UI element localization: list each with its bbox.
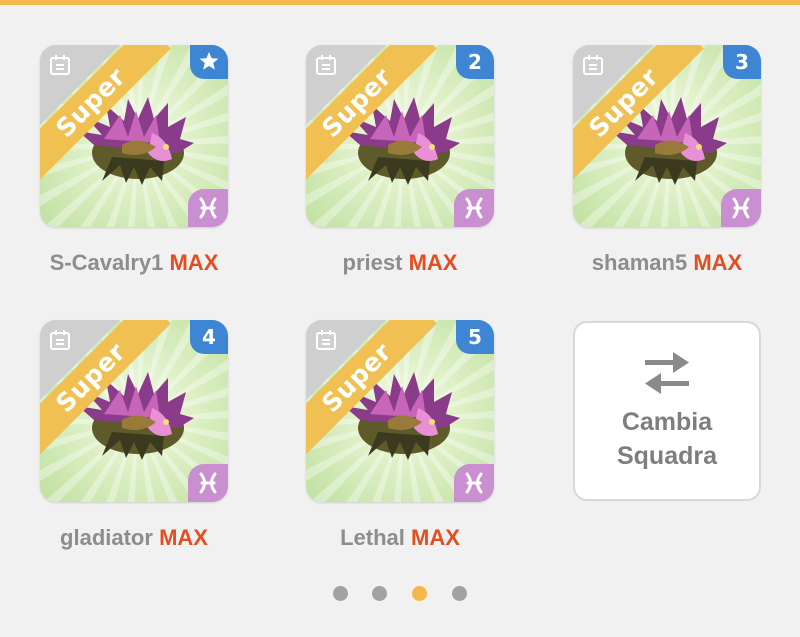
pisces-icon [199,472,217,494]
element-tab [454,189,494,227]
calendar-icon [316,55,336,75]
element-tab [188,464,228,502]
dragon-card-3[interactable]: Super 3 [573,45,761,227]
star-icon [199,52,219,70]
page-dot-4[interactable] [452,586,467,601]
top-accent-line [0,0,800,5]
dragon-card-1[interactable]: Super [40,45,228,227]
calendar-icon [50,55,70,75]
calendar-icon [583,55,603,75]
pisces-icon [732,197,750,219]
pisces-icon [465,197,483,219]
slot-number-badge: 3 [723,45,761,79]
favorite-badge [190,45,228,79]
element-tab [454,464,494,502]
page-dot-1[interactable] [333,586,348,601]
element-tab [721,189,761,227]
dragon-name-1: S-Cavalry1 MAX [49,250,219,275]
pisces-icon [465,472,483,494]
dragon-name-3: shaman5 MAX [591,250,743,275]
swap-team-label: Cambia Squadra [616,408,718,470]
element-tab [188,189,228,227]
page-dot-3-active[interactable] [412,586,427,601]
swap-team-button[interactable]: Cambia Squadra [573,321,761,501]
dragon-name-5: Lethal MAX [340,525,460,550]
slot-number-badge: 5 [456,320,494,354]
dragon-card-2[interactable]: Super 2 [306,45,494,227]
dragon-card-5[interactable]: Super 5 [306,320,494,502]
dragon-card-4[interactable]: Super 4 [40,320,228,502]
pisces-icon [199,197,217,219]
dragon-name-4: gladiator MAX [60,525,208,550]
slot-number-badge: 4 [190,320,228,354]
calendar-icon [316,330,336,350]
dragon-name-2: priest MAX [342,250,458,275]
calendar-icon [50,330,70,350]
page-indicator [0,586,800,602]
slot-number-badge: 2 [456,45,494,79]
page-dot-2[interactable] [372,586,387,601]
swap-arrows-icon [645,352,689,394]
